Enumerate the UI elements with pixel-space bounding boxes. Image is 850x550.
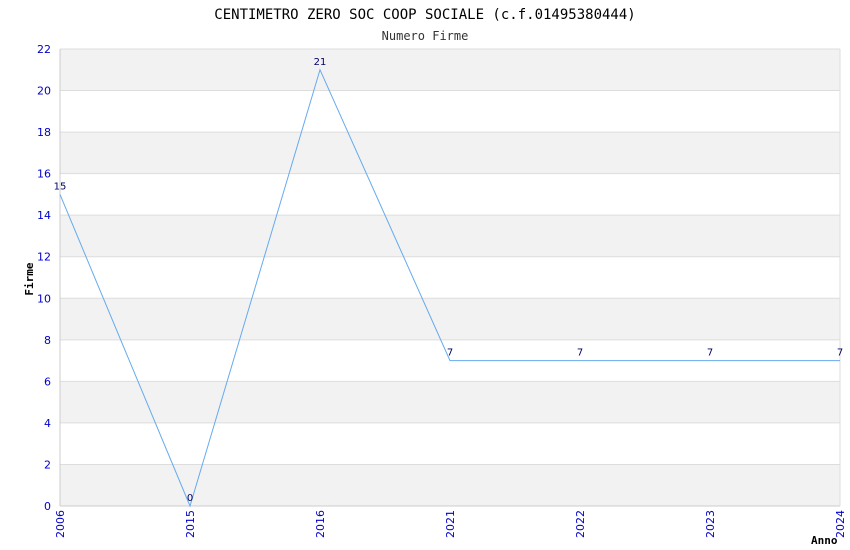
y-tick-label: 2 bbox=[44, 458, 51, 471]
y-tick-label: 18 bbox=[37, 126, 51, 139]
y-tick-label: 8 bbox=[44, 334, 51, 347]
chart-subtitle: Numero Firme bbox=[382, 29, 469, 43]
y-axis-ticks: 0 2 4 6 8 10 12 14 16 18 20 22 bbox=[37, 43, 51, 513]
y-tick-label: 0 bbox=[44, 500, 51, 513]
y-tick-label: 12 bbox=[37, 251, 51, 264]
data-label: 0 bbox=[187, 493, 193, 504]
y-axis-label: Firme bbox=[23, 262, 36, 295]
data-label: 7 bbox=[707, 348, 713, 359]
x-axis-ticks: 2006 2015 2016 2021 2022 2023 2024 bbox=[54, 510, 847, 538]
y-tick-label: 10 bbox=[37, 292, 51, 305]
line-chart: 0246810121416182022 2006 2015 2016 2021 2022… bbox=[23, 7, 847, 547]
grid-band bbox=[60, 381, 840, 423]
x-tick-label: 2015 bbox=[184, 510, 197, 538]
y-tick-label: 14 bbox=[37, 209, 51, 222]
grid-band bbox=[60, 215, 840, 257]
x-axis-label: Anno bbox=[811, 534, 838, 547]
y-tick-label: 4 bbox=[44, 417, 51, 430]
x-tick-label: 2006 bbox=[54, 510, 67, 538]
grid-band bbox=[60, 298, 840, 340]
data-label: 21 bbox=[314, 57, 327, 68]
grid-band bbox=[60, 464, 840, 506]
x-tick-label: 2016 bbox=[314, 510, 327, 538]
x-tick-label: 2021 bbox=[444, 510, 457, 538]
data-label: 7 bbox=[577, 348, 583, 359]
data-labels: 15 0 21 7 7 7 7 bbox=[54, 57, 844, 504]
y-tick-label: 22 bbox=[37, 43, 51, 56]
grid-band bbox=[60, 132, 840, 174]
grid-band bbox=[60, 49, 840, 91]
x-tick-label: 2023 bbox=[704, 510, 717, 538]
grid-lines bbox=[60, 48, 840, 507]
y-tick-label: 16 bbox=[37, 168, 51, 181]
data-label: 15 bbox=[54, 181, 67, 192]
grid-bands bbox=[60, 49, 840, 506]
y-tick-label: 20 bbox=[37, 85, 51, 98]
y-tick-label: 6 bbox=[44, 375, 51, 388]
data-label: 7 bbox=[837, 348, 843, 359]
chart-title: CENTIMETRO ZERO SOC COOP SOCIALE (c.f.01… bbox=[214, 7, 635, 23]
x-tick-label: 2022 bbox=[574, 510, 587, 538]
data-label: 7 bbox=[447, 348, 453, 359]
